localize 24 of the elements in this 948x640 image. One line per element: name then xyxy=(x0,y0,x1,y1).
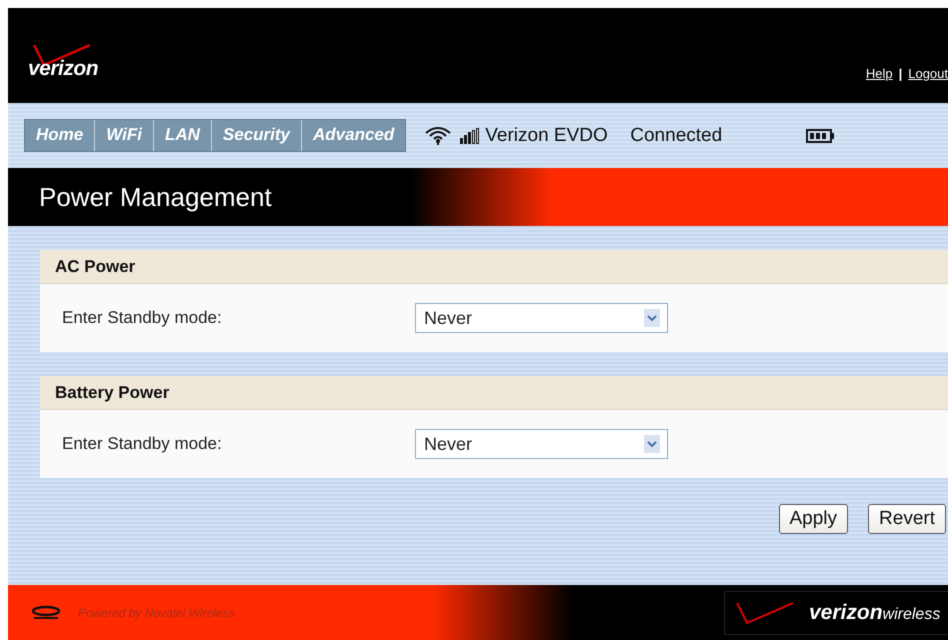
header-link[interactable]: Help xyxy=(866,66,893,81)
ring-logo-icon xyxy=(32,604,60,620)
standby-dropdown[interactable]: Never xyxy=(415,303,668,333)
action-button[interactable]: Apply xyxy=(778,504,848,534)
signal-icon xyxy=(460,128,480,144)
wifi-icon xyxy=(424,125,452,146)
standby-dropdown[interactable]: Never xyxy=(415,429,668,459)
battery-icon xyxy=(806,128,834,142)
network-name: Verizon EVDO xyxy=(485,124,609,146)
field-label: Enter Standby mode: xyxy=(62,308,223,328)
logo-text: verizon xyxy=(28,57,98,81)
caret-icon xyxy=(644,435,660,453)
section-title: AC Power xyxy=(55,256,136,276)
header-link[interactable]: Logout xyxy=(908,66,948,81)
logo-text: verizonwireless xyxy=(809,600,940,624)
powered-by-text: Powered by Novatel Wireless xyxy=(78,606,236,620)
connection-status: Connected xyxy=(630,124,724,146)
separator: | xyxy=(898,66,902,81)
check-mark-icon xyxy=(735,600,795,624)
page-title: Power Management xyxy=(39,182,272,212)
action-button[interactable]: Revert xyxy=(868,504,946,534)
section-title: Battery Power xyxy=(55,382,170,402)
caret-icon xyxy=(644,309,660,327)
field-label: Enter Standby mode: xyxy=(62,434,223,454)
